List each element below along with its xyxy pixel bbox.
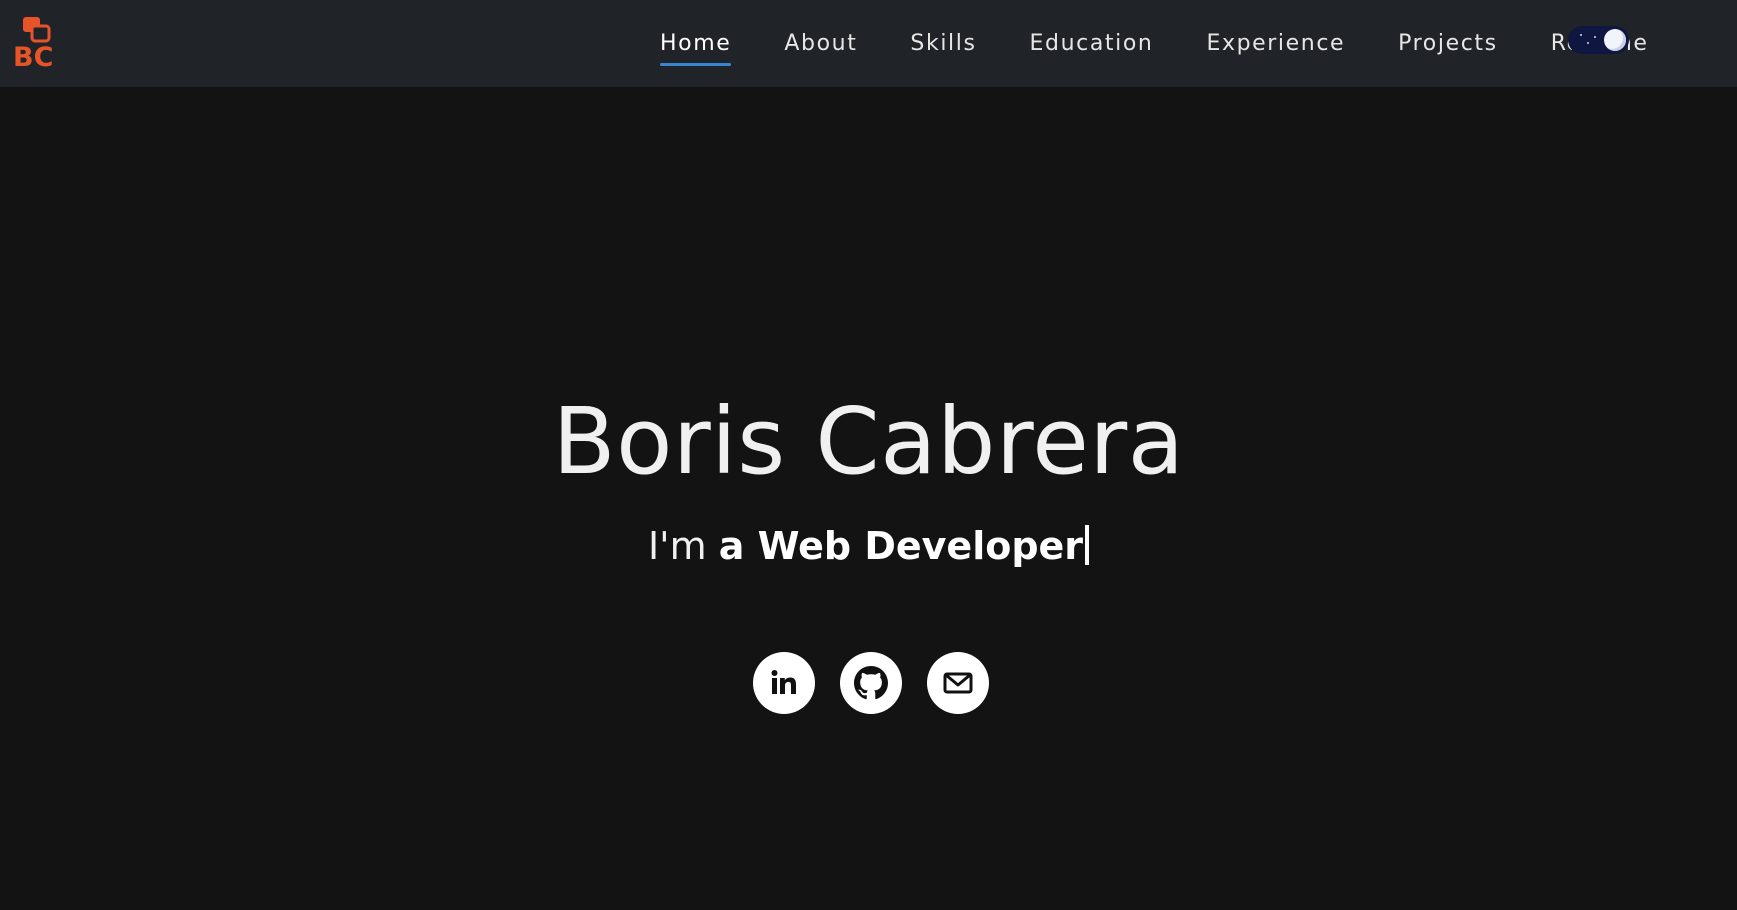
tagline-prefix: I'm xyxy=(647,524,719,568)
hero-tagline: I'm a Web Developer xyxy=(0,524,1737,570)
bc-logo[interactable]: BC xyxy=(12,14,68,73)
mail-icon xyxy=(943,672,972,694)
nav-link-home[interactable]: Home xyxy=(654,27,737,66)
nav-link-about[interactable]: About xyxy=(778,27,863,60)
nav-links: Home About Skills Education Experience P… xyxy=(654,0,1696,87)
linkedin-icon xyxy=(771,670,796,694)
star-icon xyxy=(1580,34,1582,36)
star-icon xyxy=(1587,42,1589,44)
star-icon xyxy=(1594,36,1596,38)
hero-section: Boris Cabrera I'm a Web Developer xyxy=(0,87,1737,910)
navbar: BC Home About Skills Education Experienc… xyxy=(0,0,1737,87)
moon-icon xyxy=(1604,29,1626,51)
theme-toggle[interactable] xyxy=(1568,26,1629,54)
typing-cursor xyxy=(1085,525,1090,565)
linkedin-button[interactable] xyxy=(752,652,815,714)
github-button[interactable] xyxy=(839,652,902,714)
nav-link-skills[interactable]: Skills xyxy=(904,27,982,60)
email-button[interactable] xyxy=(926,652,989,714)
svg-text:BC: BC xyxy=(13,42,53,70)
social-links xyxy=(0,652,1737,714)
bc-logo-icon: BC xyxy=(13,17,53,73)
nav-link-education[interactable]: Education xyxy=(1024,27,1160,60)
tagline-role: a Web Developer xyxy=(718,524,1084,568)
nav-link-experience[interactable]: Experience xyxy=(1200,27,1351,60)
hero-name: Boris Cabrera xyxy=(552,388,1185,495)
nav-link-projects[interactable]: Projects xyxy=(1392,27,1504,60)
github-icon xyxy=(853,666,888,700)
